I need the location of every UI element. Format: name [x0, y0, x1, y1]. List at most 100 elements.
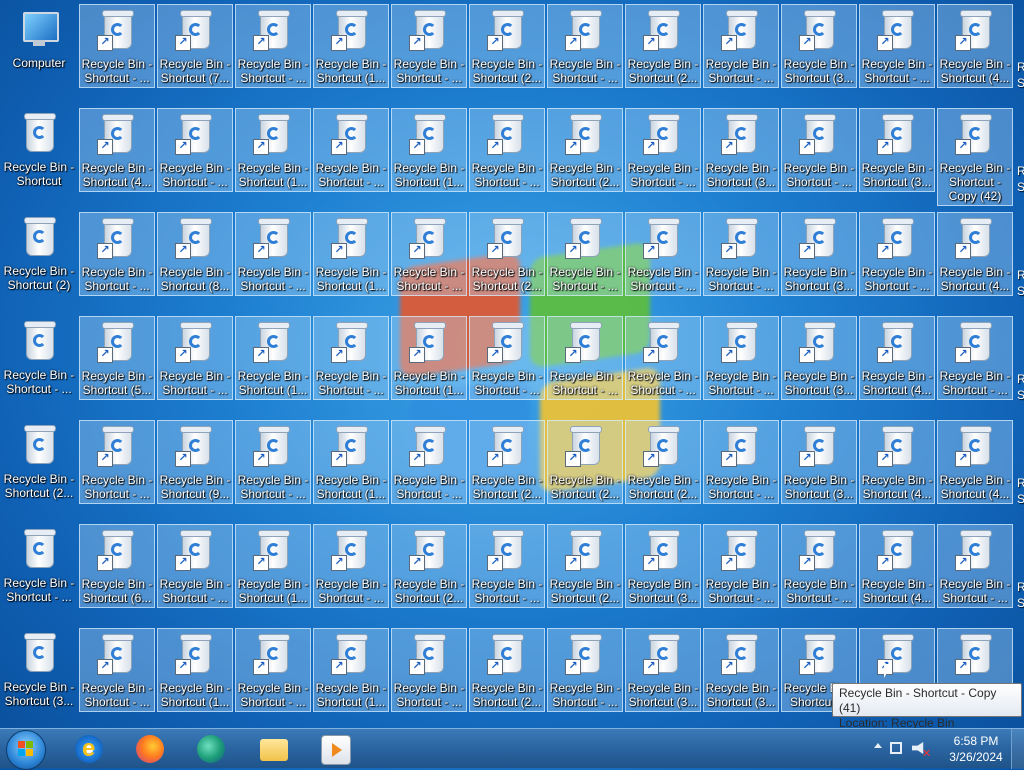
desktop-icon-recycle-bin-shortcut[interactable]: ↗ Recycle Bin - Shortcut - ...: [859, 4, 935, 88]
desktop-icon-recycle-bin-shortcut[interactable]: ↗ Recycle Bin - Shortcut - ...: [547, 316, 623, 400]
taskbar-edge[interactable]: [184, 731, 238, 767]
desktop-icon-recycle-bin-shortcut[interactable]: ↗ Recycle Bin - Shortcut - ...: [625, 108, 701, 192]
desktop-icon-recycle-bin-shortcut[interactable]: ↗ Recycle Bin - Shortcut (8...: [157, 212, 233, 296]
desktop-icon-recycle-bin-shortcut[interactable]: ↗ Recycle Bin - Shortcut (3...: [781, 316, 857, 400]
desktop-icon-recycle-bin-shortcut[interactable]: ↗ Recycle Bin - Shortcut - ...: [625, 212, 701, 296]
desktop-icon-recycle-bin-shortcut[interactable]: ↗ Recycle Bin - Shortcut (4...: [859, 524, 935, 608]
desktop-icon-recycle-bin-shortcut[interactable]: ↗ Recycle Bin - Shortcut - ...: [79, 628, 155, 712]
desktop-icon-recycle-bin-shortcut[interactable]: ↗ Recycle Bin - Shortcut - ...: [703, 316, 779, 400]
desktop-icon-recycle-bin-shortcut[interactable]: ↗ Recycle Bin - Shortcut - ...: [235, 212, 311, 296]
desktop-icon-recycle-bin-shortcut[interactable]: ↗ Recycle Bin - Shortcut - ...: [391, 420, 467, 504]
desktop-icon-recycle-bin-shortcut[interactable]: ↗ Recycle Bin - Shortcut (3...: [859, 108, 935, 192]
desktop-icon-recycle-bin-shortcut[interactable]: ↗ Recycle Bin - Shortcut (3...: [781, 212, 857, 296]
desktop-icon-recycle-bin-shortcut[interactable]: ↗ Recycle Bin - Shortcut - ...: [79, 4, 155, 88]
desktop-icon-recycle-bin-shortcut[interactable]: ↗ Recycle Bin - Shortcut (4...: [937, 4, 1013, 88]
desktop-icon-recycle-bin-shortcut[interactable]: ↗ Recycle Bin - Shortcut - ...: [703, 212, 779, 296]
desktop-icon-recycle-bin-shortcut[interactable]: ↗ Recycle Bin - Shortcut (2...: [625, 4, 701, 88]
desktop-icon-recycle-bin-shortcut[interactable]: ↗ Recycle Bin - Shortcut (2...: [547, 420, 623, 504]
start-button[interactable]: [6, 730, 46, 770]
taskbar-media-player[interactable]: [308, 731, 362, 767]
desktop-icon-recycle-bin-shortcut[interactable]: ↗ Recycle Bin - Shortcut - ...: [157, 524, 233, 608]
desktop-icon-recycle-bin-shortcut[interactable]: ↗ Recycle Bin - Shortcut (3...: [781, 4, 857, 88]
desktop-icon-recycle-bin-shortcut[interactable]: ↗ Recycle Bin - Shortcut (4...: [79, 108, 155, 192]
taskbar-internet-explorer[interactable]: [62, 731, 116, 767]
desktop[interactable]: Computer ↗ Recycle Bin - Shortcut - ... ↗ R…: [0, 0, 1024, 728]
desktop-icon-recycle-bin-shortcut[interactable]: ↗ Recycle Bin - Shortcut - ...: [391, 212, 467, 296]
desktop-icon-recycle-bin-shortcut[interactable]: ↗ Recycle Bin - Shortcut (3...: [781, 420, 857, 504]
desktop-icon-recycle-bin-shortcut[interactable]: ↗ Recycle Bin - Shortcut - Copy (42): [937, 108, 1013, 206]
desktop-icon-recycle-bin-shortcut[interactable]: ↗ Recycle Bin - Shortcut - ...: [625, 316, 701, 400]
desktop-icon-recycle-bin-shortcut[interactable]: ↗ Recycle Bin - Shortcut (1...: [235, 524, 311, 608]
desktop-icon-recycle-bin-shortcut[interactable]: ↗ Recycle Bin - Shortcut (2...: [469, 420, 545, 504]
desktop-icon-recycle-bin-shortcut[interactable]: ↗ Recycle Bin - Shortcut - ...: [469, 316, 545, 400]
desktop-icon-recycle-bin-shortcut[interactable]: ↗ Recycle Bin - Shortcut - ...: [781, 524, 857, 608]
taskbar-file-explorer[interactable]: [247, 731, 301, 767]
desktop-icon-recycle-bin-shortcut[interactable]: ↗ Recycle Bin - Shortcut (3...: [625, 524, 701, 608]
desktop-icon-recycle-bin-shortcut[interactable]: ↗ Recycle Bin - Shortcut - ...: [157, 108, 233, 192]
desktop-icon-recycle-bin-shortcut[interactable]: ↗ Recycle Bin - Shortcut - ...: [547, 4, 623, 88]
desktop-icon-recycle-bin-shortcut[interactable]: ↗ Recycle Bin - Shortcut - ...: [469, 108, 545, 192]
desktop-icon-recycle-bin-shortcut[interactable]: ↗ Recycle Bin - Shortcut (1...: [391, 108, 467, 192]
clock[interactable]: 6:58 PM 3/26/2024: [946, 733, 1006, 765]
recycle-bin-icon: ↗: [643, 217, 683, 261]
desktop-icon-recycle-bin-shortcut[interactable]: ↗ Recycle Bin - Shortcut (2...: [469, 628, 545, 712]
desktop-icon-recycle-bin-shortcut[interactable]: ↗ Recycle Bin - Shortcut (9...: [157, 420, 233, 504]
desktop-icon-recycle-bin-shortcut[interactable]: ↗ Recycle Bin - Shortcut - ...: [235, 4, 311, 88]
desktop-icon-recycle-bin-shortcut[interactable]: ↗ Recycle Bin - Shortcut (1...: [157, 628, 233, 712]
desktop-icon-recycle-bin-shortcut[interactable]: ↗ Recycle Bin - Shortcut (2): [1, 212, 77, 296]
network-icon[interactable]: [890, 742, 902, 754]
desktop-icon-recycle-bin-shortcut[interactable]: ↗ Recycle Bin - Shortcut - ...: [547, 212, 623, 296]
desktop-icon-recycle-bin-shortcut[interactable]: ↗ Recycle Bin - Shortcut (5...: [79, 316, 155, 400]
desktop-icon-recycle-bin-shortcut[interactable]: ↗ Recycle Bin - Shortcut (1...: [235, 316, 311, 400]
desktop-icon-recycle-bin-shortcut[interactable]: ↗ Recycle Bin - Shortcut - ...: [391, 4, 467, 88]
taskbar-firefox[interactable]: [123, 731, 177, 767]
desktop-icon-recycle-bin-shortcut[interactable]: ↗ Recycle Bin - Shortcut - ...: [1, 316, 77, 400]
desktop-icon-recycle-bin-shortcut[interactable]: ↗ Recycle Bin - Shortcut (1...: [391, 316, 467, 400]
desktop-icon-recycle-bin-shortcut[interactable]: ↗ Recycle Bin - Shortcut - ...: [391, 628, 467, 712]
desktop-icon-recycle-bin-shortcut[interactable]: ↗ Recycle Bin - Shortcut (6...: [79, 524, 155, 608]
desktop-icon-recycle-bin-shortcut[interactable]: ↗ Recycle Bin - Shortcut - ...: [313, 108, 389, 192]
desktop-icon-recycle-bin-shortcut[interactable]: ↗ Recycle Bin - Shortcut - ...: [235, 628, 311, 712]
desktop-icon-recycle-bin-shortcut[interactable]: ↗ Recycle Bin - Shortcut - ...: [79, 420, 155, 504]
desktop-icon-computer[interactable]: Computer: [1, 4, 77, 88]
desktop-icon-recycle-bin-shortcut[interactable]: ↗ Recycle Bin - Shortcut - ...: [859, 212, 935, 296]
desktop-icon-recycle-bin-shortcut[interactable]: ↗ Recycle Bin - Shortcut (3...: [703, 108, 779, 192]
desktop-icon-recycle-bin-shortcut[interactable]: ↗ Recycle Bin - Shortcut (4...: [937, 420, 1013, 504]
desktop-icon-recycle-bin-shortcut[interactable]: ↗ Recycle Bin - Shortcut (2...: [547, 108, 623, 192]
desktop-icon-recycle-bin-shortcut[interactable]: ↗ Recycle Bin - Shortcut (4...: [937, 212, 1013, 296]
desktop-icon-recycle-bin-shortcut[interactable]: ↗ Recycle Bin - Shortcut (1...: [313, 4, 389, 88]
desktop-icon-recycle-bin-shortcut[interactable]: ↗ Recycle Bin - Shortcut - ...: [781, 108, 857, 192]
desktop-icon-recycle-bin-shortcut[interactable]: ↗ Recycle Bin - Shortcut - ...: [79, 212, 155, 296]
desktop-icon-recycle-bin-shortcut[interactable]: ↗ Recycle Bin - Shortcut (7...: [157, 4, 233, 88]
desktop-icon-recycle-bin-shortcut[interactable]: ↗ Recycle Bin - Shortcut: [1, 108, 77, 192]
desktop-icon-recycle-bin-shortcut[interactable]: ↗ Recycle Bin - Shortcut - ...: [937, 316, 1013, 400]
desktop-icon-recycle-bin-shortcut[interactable]: ↗ Recycle Bin - Shortcut - ...: [313, 316, 389, 400]
desktop-icon-recycle-bin-shortcut[interactable]: ↗ Recycle Bin - Shortcut (1...: [313, 420, 389, 504]
desktop-icon-recycle-bin-shortcut[interactable]: ↗ Recycle Bin - Shortcut (2...: [469, 4, 545, 88]
desktop-icon-recycle-bin-shortcut[interactable]: ↗ Recycle Bin - Shortcut (4...: [859, 420, 935, 504]
desktop-icon-recycle-bin-shortcut[interactable]: ↗ Recycle Bin - Shortcut (1...: [313, 628, 389, 712]
desktop-icon-recycle-bin-shortcut[interactable]: ↗ Recycle Bin - Shortcut (3...: [703, 628, 779, 712]
desktop-icon-recycle-bin-shortcut[interactable]: ↗ Recycle Bin - Shortcut - ...: [937, 524, 1013, 608]
desktop-icon-recycle-bin-shortcut[interactable]: ↗ Recycle Bin - Shortcut (4...: [859, 316, 935, 400]
desktop-icon-recycle-bin-shortcut[interactable]: ↗ Recycle Bin - Shortcut - ...: [703, 420, 779, 504]
show-hidden-icons-icon[interactable]: [874, 743, 882, 748]
desktop-icon-recycle-bin-shortcut[interactable]: ↗ Recycle Bin - Shortcut (1...: [235, 108, 311, 192]
desktop-icon-recycle-bin-shortcut[interactable]: ↗ Recycle Bin - Shortcut (2...: [547, 524, 623, 608]
desktop-icon-recycle-bin-shortcut[interactable]: ↗ Recycle Bin - Shortcut - ...: [703, 4, 779, 88]
desktop-icon-recycle-bin-shortcut[interactable]: ↗ Recycle Bin - Shortcut - ...: [1, 524, 77, 608]
desktop-icon-recycle-bin-shortcut[interactable]: ↗ Recycle Bin - Shortcut (3...: [625, 628, 701, 712]
desktop-icon-recycle-bin-shortcut[interactable]: ↗ Recycle Bin - Shortcut - ...: [235, 420, 311, 504]
desktop-icon-recycle-bin-shortcut[interactable]: ↗ Recycle Bin - Shortcut - ...: [313, 524, 389, 608]
desktop-icon-recycle-bin-shortcut[interactable]: ↗ Recycle Bin - Shortcut - ...: [469, 524, 545, 608]
desktop-icon-recycle-bin-shortcut[interactable]: ↗ Recycle Bin - Shortcut (2...: [391, 524, 467, 608]
desktop-icon-recycle-bin-shortcut[interactable]: ↗ Recycle Bin - Shortcut (3...: [1, 628, 77, 712]
desktop-icon-recycle-bin-shortcut[interactable]: ↗ Recycle Bin - Shortcut - ...: [157, 316, 233, 400]
desktop-icon-recycle-bin-shortcut[interactable]: ↗ Recycle Bin - Shortcut - ...: [703, 524, 779, 608]
desktop-icon-recycle-bin-shortcut[interactable]: ↗ Recycle Bin - Shortcut (2...: [469, 212, 545, 296]
show-desktop-button[interactable]: [1011, 729, 1024, 769]
desktop-icon-recycle-bin-shortcut[interactable]: ↗ Recycle Bin - Shortcut (1...: [313, 212, 389, 296]
desktop-icon-recycle-bin-shortcut[interactable]: ↗ Recycle Bin - Shortcut (2...: [1, 420, 77, 504]
desktop-icon-recycle-bin-shortcut[interactable]: ↗ Recycle Bin - Shortcut - ...: [547, 628, 623, 712]
desktop-icon-recycle-bin-shortcut[interactable]: ↗ Recycle Bin - Shortcut (2...: [625, 420, 701, 504]
